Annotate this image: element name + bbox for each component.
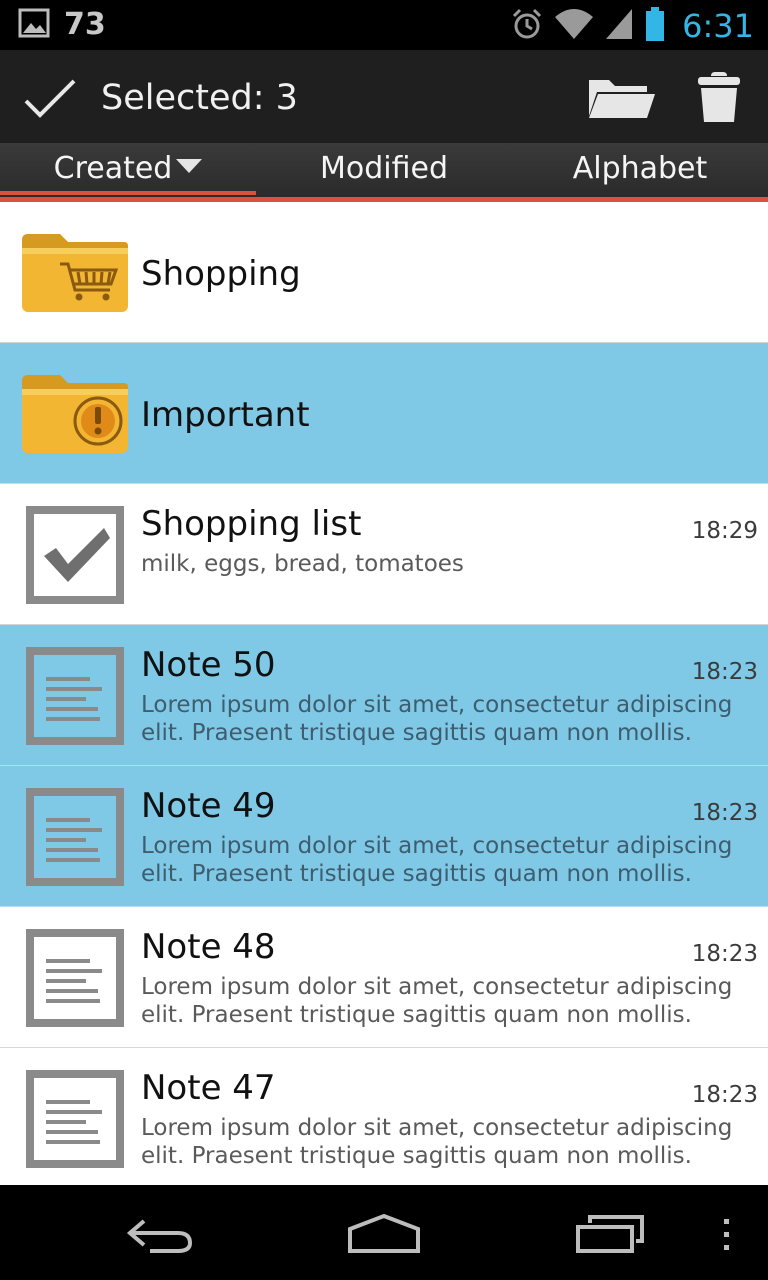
tab-created-label: Created — [53, 151, 173, 186]
recent-apps-icon[interactable] — [574, 1213, 646, 1259]
note-preview: Lorem ipsum dolor sit amet, consectetur … — [141, 833, 733, 887]
note-time: 18:23 — [691, 800, 758, 826]
note-document-icon — [26, 929, 124, 1031]
alarm-icon — [510, 7, 544, 45]
note-document-icon — [26, 647, 124, 749]
navigation-bar — [0, 1185, 768, 1280]
note-document-icon — [26, 788, 124, 890]
note-document-icon — [26, 1070, 124, 1172]
clock: 6:31 — [682, 7, 754, 45]
note-preview: Lorem ipsum dolor sit amet, consectetur … — [141, 1115, 733, 1169]
list-item-folder-shopping[interactable]: Shopping — [0, 202, 768, 343]
note-title: Note 49 — [141, 786, 276, 826]
selection-title: Selected: 3 — [101, 78, 298, 118]
tab-alphabet[interactable]: Alphabet — [512, 143, 768, 195]
check-icon[interactable] — [22, 77, 78, 125]
signal-icon — [604, 7, 634, 45]
overflow-menu-icon[interactable] — [716, 1215, 736, 1259]
home-icon[interactable] — [346, 1213, 422, 1259]
image-notification-icon — [18, 8, 50, 42]
battery-icon — [644, 6, 666, 46]
folder-icon[interactable] — [585, 72, 657, 126]
shopping-cart-folder-icon — [20, 230, 130, 320]
list-item-note-50[interactable]: Note 50 18:23 Lorem ipsum dolor sit amet… — [0, 625, 768, 766]
note-time: 18:23 — [691, 659, 758, 685]
notification-count: 73 — [64, 7, 106, 42]
note-preview: milk, eggs, bread, tomatoes — [141, 551, 464, 577]
note-title: Shopping list — [141, 504, 362, 544]
status-bar-right: 6:31 — [510, 6, 754, 46]
trash-icon[interactable] — [696, 70, 742, 128]
note-time: 18:29 — [691, 518, 758, 544]
folder-name: Shopping — [141, 254, 301, 294]
tab-created[interactable]: Created — [0, 143, 256, 195]
status-bar-left: 73 — [18, 8, 106, 42]
list-item-note-shopping-list[interactable]: Shopping list 18:29 milk, eggs, bread, t… — [0, 484, 768, 625]
status-bar: 73 6:31 — [0, 0, 768, 50]
folder-name: Important — [141, 395, 310, 435]
tab-modified-label: Modified — [319, 151, 448, 186]
list-item-folder-important[interactable]: Important — [0, 343, 768, 484]
sort-tabs: Created Modified Alphabet — [0, 143, 768, 199]
note-preview: Lorem ipsum dolor sit amet, consectetur … — [141, 974, 733, 1028]
action-bar: Selected: 3 — [0, 50, 768, 143]
active-tab-indicator — [0, 191, 256, 195]
list-item-note-49[interactable]: Note 49 18:23 Lorem ipsum dolor sit amet… — [0, 766, 768, 907]
note-time: 18:23 — [691, 1082, 758, 1108]
notes-list: Shopping Important Shopping list 18:29 m… — [0, 202, 768, 1185]
note-preview: Lorem ipsum dolor sit amet, consectetur … — [141, 692, 733, 746]
important-folder-icon — [20, 371, 130, 461]
wifi-icon — [554, 7, 594, 45]
back-icon[interactable] — [126, 1215, 196, 1259]
list-item-note-48[interactable]: Note 48 18:23 Lorem ipsum dolor sit amet… — [0, 907, 768, 1048]
note-title: Note 48 — [141, 927, 276, 967]
tab-modified[interactable]: Modified — [256, 143, 512, 195]
chevron-down-icon — [176, 158, 203, 173]
note-title: Note 47 — [141, 1068, 276, 1108]
list-item-note-47[interactable]: Note 47 18:23 Lorem ipsum dolor sit amet… — [0, 1048, 768, 1185]
note-time: 18:23 — [691, 941, 758, 967]
checklist-icon — [26, 506, 124, 608]
note-title: Note 50 — [141, 645, 276, 685]
tab-alphabet-label: Alphabet — [572, 151, 708, 186]
